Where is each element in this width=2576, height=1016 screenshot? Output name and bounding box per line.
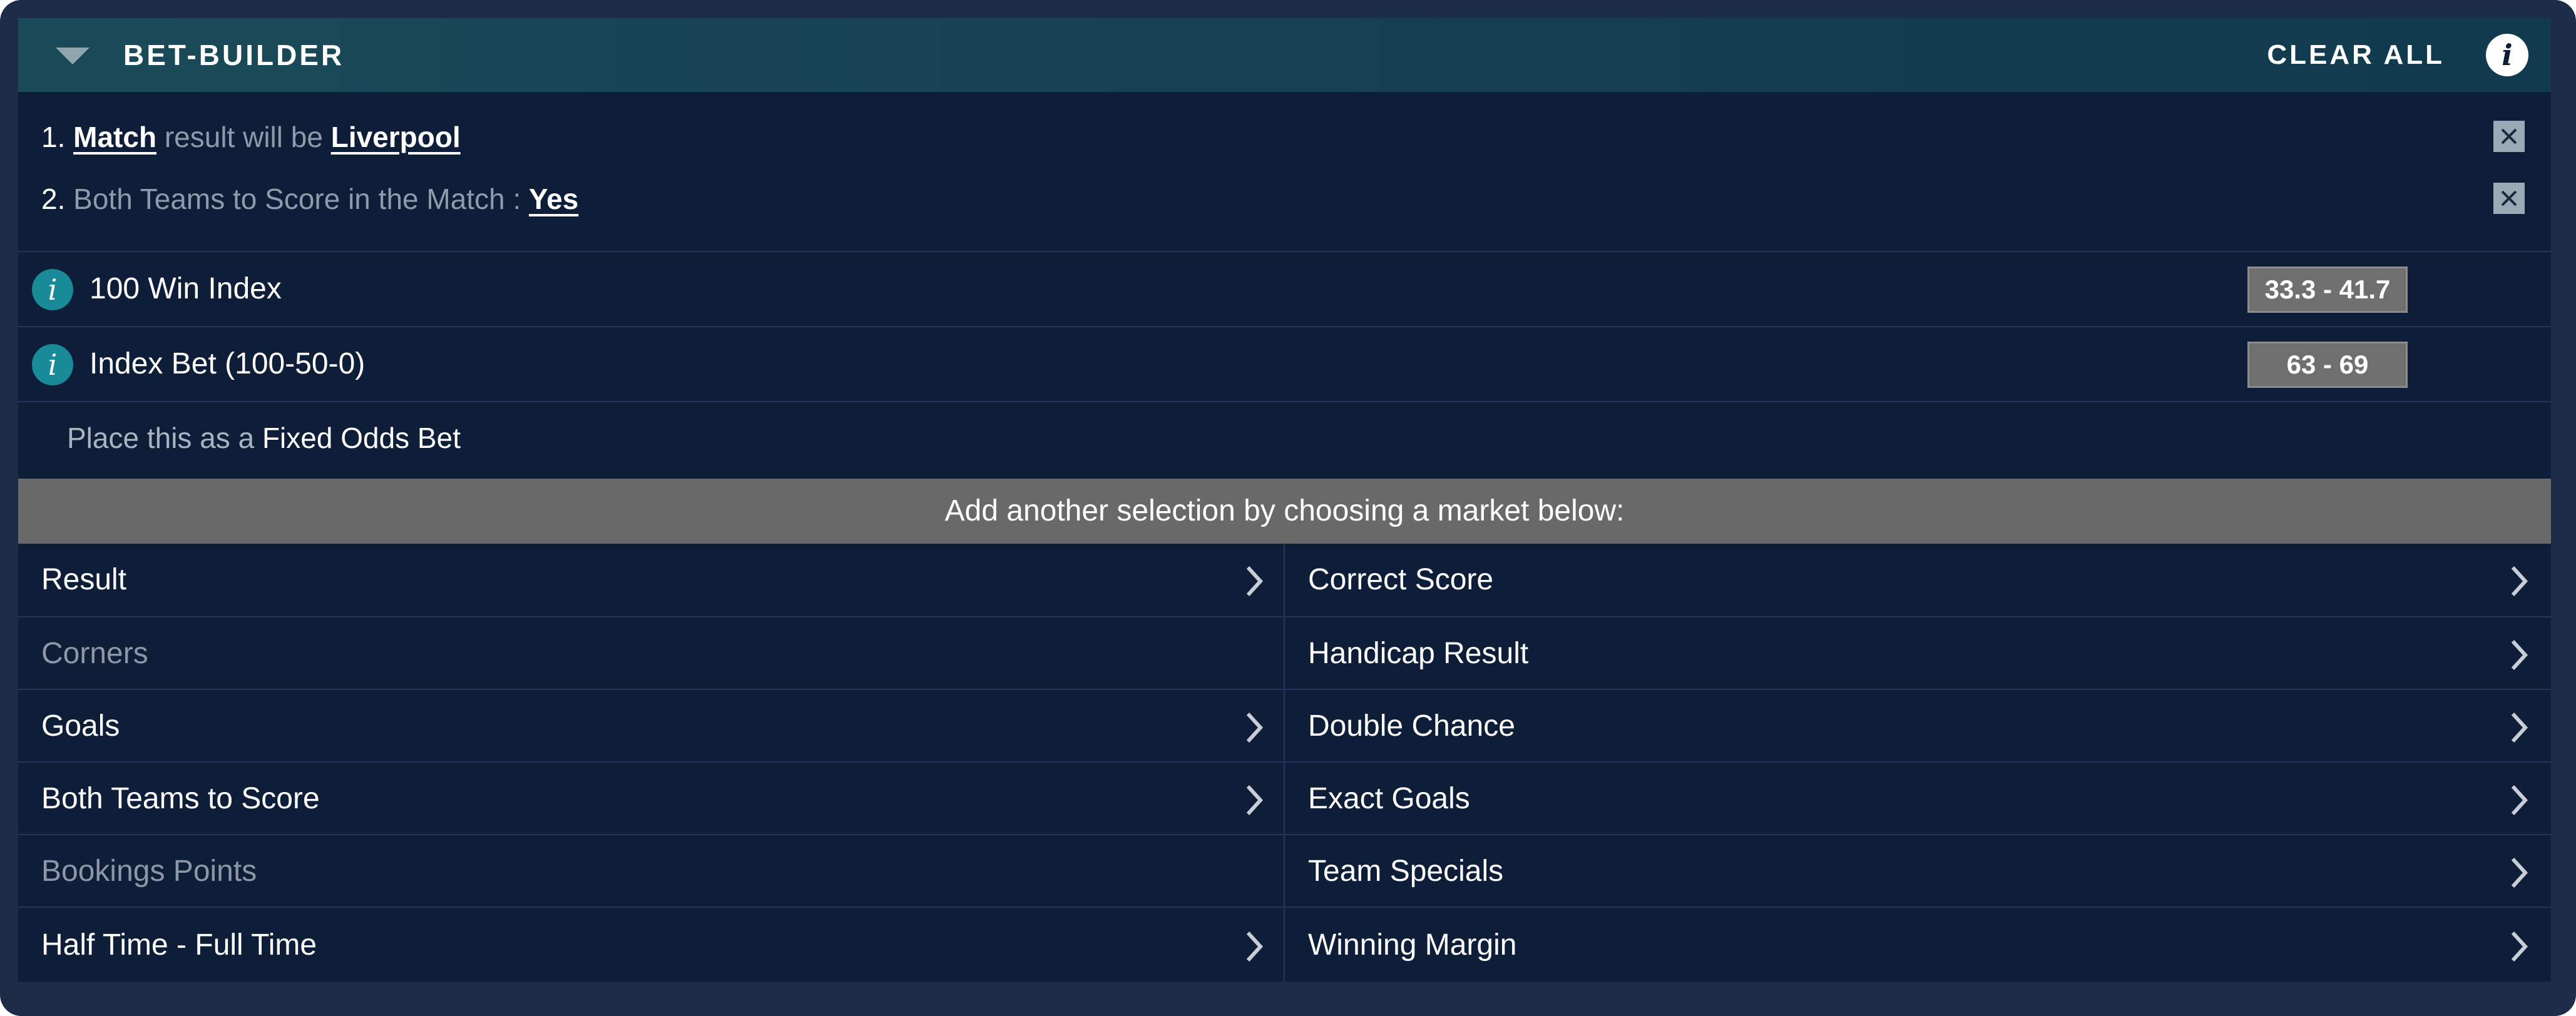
chevron-right-icon [1246, 566, 1264, 597]
chevron-right-icon [1246, 931, 1264, 962]
index-bet-row: i Index Bet (100-50-0) 63 - 69 [18, 327, 2551, 401]
selection-text: result will be [156, 121, 331, 153]
index-price-button[interactable]: 33.3 - 41.7 [2247, 267, 2408, 313]
market-goals[interactable]: Goals [18, 690, 1284, 763]
index-bet-label: 100 Win Index [89, 272, 282, 305]
info-icon[interactable]: i [32, 269, 73, 310]
market-label: Half Time - Full Time [41, 928, 317, 962]
chevron-right-icon [2511, 639, 2528, 671]
selection-number: 1. [41, 121, 66, 153]
market-label: Goals [41, 709, 120, 743]
selection-outcome-link[interactable]: Yes [529, 183, 578, 215]
market-result[interactable]: Result [18, 544, 1284, 616]
market-half-time-full-time[interactable]: Half Time - Full Time [18, 909, 1284, 982]
market-label: Exact Goals [1308, 782, 1470, 815]
header-title: BET-BUILDER [123, 39, 345, 71]
chevron-right-icon [1246, 712, 1264, 743]
add-selection-banner: Add another selection by choosing a mark… [18, 479, 2551, 544]
market-both-teams-to-score[interactable]: Both Teams to Score [18, 763, 1284, 835]
info-icon[interactable]: i [32, 344, 73, 385]
market-corners: Corners [18, 617, 1284, 690]
market-winning-margin[interactable]: Winning Margin [1285, 909, 2551, 982]
bet-builder-frame: BET-BUILDER CLEAR ALL i 1. Match result … [0, 0, 2576, 1016]
remove-selection-1-button[interactable] [2493, 121, 2525, 152]
chevron-right-icon [2511, 712, 2528, 743]
market-label: Bookings Points [41, 855, 257, 888]
chevron-right-icon [1246, 785, 1264, 816]
index-bet-label: Index Bet (100-50-0) [89, 347, 365, 380]
bet-builder-panel: BET-BUILDER CLEAR ALL i 1. Match result … [18, 18, 2551, 982]
market-double-chance[interactable]: Double Chance [1285, 690, 2551, 763]
market-label: Correct Score [1308, 563, 1494, 596]
market-label: Handicap Result [1308, 637, 1529, 670]
chevron-right-icon [2511, 857, 2528, 888]
divider [18, 401, 2551, 402]
market-handicap-result[interactable]: Handicap Result [1285, 617, 2551, 690]
selection-2: 2. Both Teams to Score in the Match : Ye… [41, 177, 578, 221]
market-label: Team Specials [1308, 855, 1504, 888]
market-bookings-points: Bookings Points [18, 835, 1284, 908]
selection-market-link[interactable]: Match [73, 121, 156, 153]
chevron-right-icon [2511, 785, 2528, 816]
selection-1: 1. Match result will be Liverpool [41, 115, 461, 159]
triangle-down-icon[interactable] [56, 48, 89, 64]
chevron-right-icon [2511, 931, 2528, 962]
fixed-odds-link[interactable]: Fixed Odds Bet [262, 422, 461, 454]
bet-builder-header: BET-BUILDER CLEAR ALL i [18, 18, 2551, 92]
clear-all-button[interactable]: CLEAR ALL [2267, 37, 2445, 73]
market-label: Corners [41, 637, 148, 670]
market-label: Both Teams to Score [41, 782, 320, 815]
market-label: Result [41, 563, 127, 596]
selection-outcome-link[interactable]: Liverpool [331, 121, 461, 153]
selection-number: 2. [41, 183, 66, 215]
close-icon [2501, 190, 2517, 206]
market-correct-score[interactable]: Correct Score [1285, 544, 2551, 616]
remove-selection-2-button[interactable] [2493, 183, 2525, 214]
close-icon [2501, 128, 2517, 145]
market-exact-goals[interactable]: Exact Goals [1285, 763, 2551, 835]
fixed-odds-prefix: Place this as a [67, 422, 262, 454]
market-team-specials[interactable]: Team Specials [1285, 835, 2551, 908]
info-icon[interactable]: i [2486, 34, 2528, 76]
fixed-odds-option: Place this as a Fixed Odds Bet [67, 416, 461, 460]
market-label: Winning Margin [1308, 928, 1517, 962]
chevron-right-icon [2511, 566, 2528, 597]
markets-grid: Result Corners Goals Both Teams to Score… [18, 544, 2551, 982]
index-price-button[interactable]: 63 - 69 [2247, 342, 2408, 388]
index-bet-row: i 100 Win Index 33.3 - 41.7 [18, 252, 2551, 326]
selection-text: Both Teams to Score in the Match : [65, 183, 529, 215]
market-label: Double Chance [1308, 709, 1515, 743]
